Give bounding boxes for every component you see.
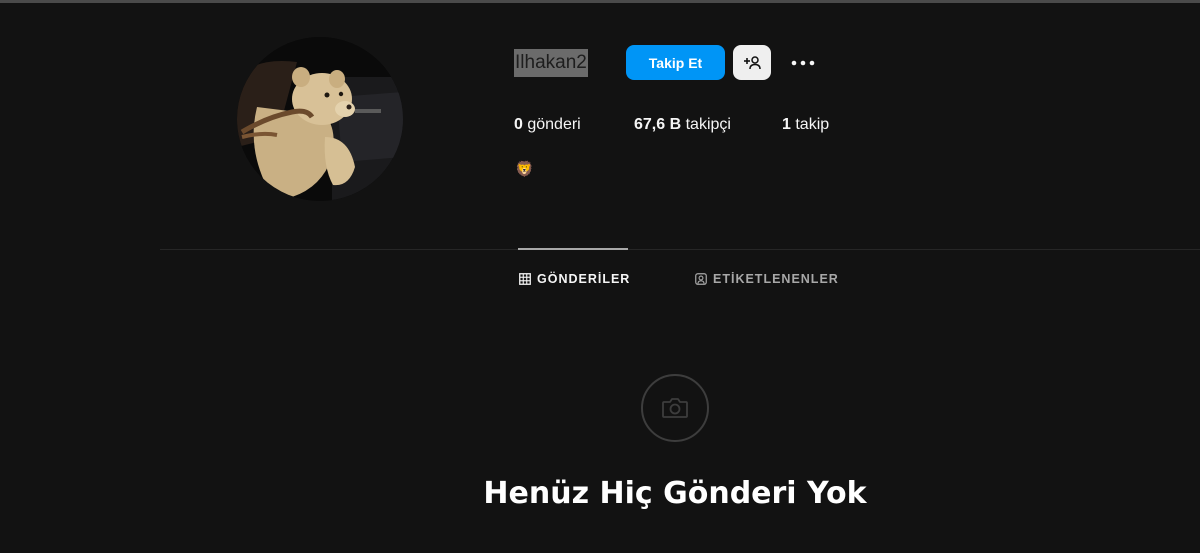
active-tab-indicator <box>518 248 628 250</box>
followers-count[interactable]: 67,6 B takipçi <box>634 115 731 135</box>
avatar-photo <box>237 37 403 201</box>
more-dots-icon <box>791 60 815 66</box>
posts-count-value: 0 <box>514 116 523 133</box>
follow-button[interactable]: Takip Et <box>626 45 725 80</box>
tabs-divider <box>160 249 1200 250</box>
more-options-button[interactable] <box>786 48 820 78</box>
profile-username: Ilhakan2 <box>514 49 588 77</box>
grid-icon <box>519 273 531 285</box>
tagged-user-icon <box>695 273 707 285</box>
following-count-value: 1 <box>782 116 791 133</box>
following-count-label: takip <box>795 116 830 133</box>
posts-count-label: gönderi <box>527 116 581 133</box>
followers-count-value: 67,6 B <box>634 116 682 133</box>
following-count[interactable]: 1 takip <box>782 115 829 135</box>
profile-avatar[interactable] <box>237 37 403 201</box>
camera-icon <box>662 398 688 418</box>
empty-state-camera <box>641 374 709 442</box>
profile-bio: 🦁 <box>515 161 534 178</box>
posts-count: 0 gönderi <box>514 115 581 135</box>
add-user-icon <box>744 55 761 69</box>
tab-tagged-label: ETİKETLENENLER <box>713 272 839 286</box>
tab-posts-label: GÖNDERİLER <box>537 272 631 286</box>
empty-state-title: Henüz Hiç Gönderi Yok <box>483 476 867 511</box>
followers-count-label: takipçi <box>685 116 731 133</box>
tab-tagged[interactable]: ETİKETLENENLER <box>695 270 839 288</box>
window-top-border <box>0 0 1200 3</box>
tab-posts[interactable]: GÖNDERİLER <box>519 270 630 288</box>
suggested-users-button[interactable] <box>733 45 771 80</box>
